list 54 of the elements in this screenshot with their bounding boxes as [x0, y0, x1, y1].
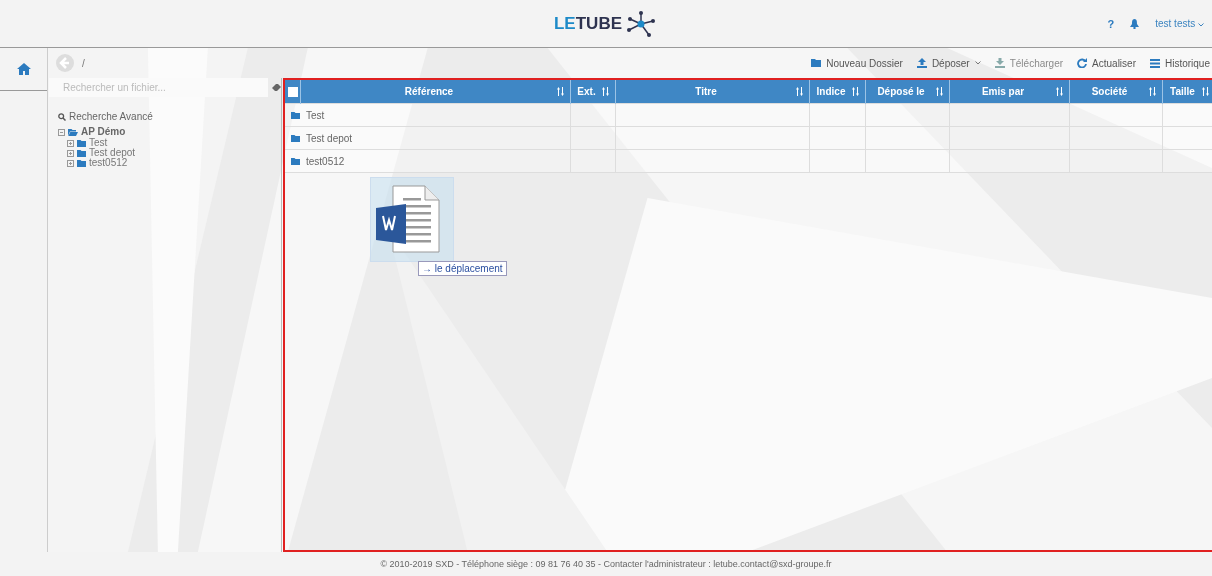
- home-icon[interactable]: [16, 63, 31, 75]
- table-cell[interactable]: test0512: [285, 149, 570, 173]
- collapse-icon[interactable]: [58, 128, 65, 136]
- network-icon: [624, 9, 658, 38]
- expand-icon[interactable]: [67, 159, 74, 167]
- toolbar-button[interactable]: Nouveau Dossier: [811, 57, 903, 69]
- column-header[interactable]: Indice: [809, 80, 865, 104]
- toolbar-button[interactable]: Déposer: [916, 57, 981, 69]
- tree-item[interactable]: Test depot: [89, 148, 136, 158]
- logo: LETUBE: [554, 9, 658, 38]
- column-header[interactable]: Emis par: [949, 80, 1069, 104]
- eraser-icon[interactable]: [272, 84, 281, 91]
- table-cell[interactable]: Test depot: [285, 126, 570, 150]
- sort-icon[interactable]: [851, 87, 859, 96]
- column-header[interactable]: Ext.: [570, 80, 615, 104]
- expand-icon[interactable]: [67, 149, 74, 157]
- tree-item[interactable]: Test: [89, 138, 108, 148]
- list-icon: [1149, 58, 1160, 68]
- expand-icon[interactable]: [67, 139, 74, 147]
- column-header[interactable]: Taille: [1162, 80, 1212, 104]
- download-icon: [994, 58, 1005, 68]
- drag-tooltip: → le déplacement: [418, 261, 507, 276]
- sort-icon[interactable]: [601, 87, 609, 96]
- search-field[interactable]: Rechercher un fichier...: [49, 78, 268, 97]
- search-icon: [58, 112, 66, 121]
- chevron-icon: [1198, 23, 1204, 27]
- footer-text: © 2010-2019 SXD - Téléphone siège : 09 81 76 40 35 - Contacter l'administrateur : letube.contact@sxd-groupe.fr: [380, 558, 832, 571]
- breadcrumb[interactable]: /: [82, 57, 85, 69]
- folder-icon: [291, 134, 300, 142]
- upload-icon: [916, 58, 927, 68]
- folder-icon: [291, 157, 300, 165]
- refresh-icon: [1077, 58, 1088, 68]
- column-header[interactable]: Déposé le: [865, 80, 949, 104]
- advanced-search-link[interactable]: Recherche Avancé: [58, 111, 281, 122]
- sort-icon[interactable]: [1148, 87, 1156, 96]
- tree-item[interactable]: AP Démo: [81, 127, 126, 137]
- sort-icon[interactable]: [556, 87, 564, 96]
- folder-icon: [291, 111, 300, 119]
- folder-icon: [811, 59, 822, 67]
- user-menu[interactable]: test tests: [1155, 18, 1204, 29]
- sort-icon[interactable]: [1201, 87, 1209, 96]
- column-header[interactable]: Société: [1069, 80, 1162, 104]
- sort-icon[interactable]: [935, 87, 943, 96]
- column-header[interactable]: Référence: [300, 80, 570, 104]
- bell-icon[interactable]: [1130, 18, 1140, 29]
- tree-item[interactable]: test0512: [89, 158, 128, 168]
- help-link[interactable]: ?: [1107, 17, 1115, 30]
- toolbar-button[interactable]: Actualiser: [1077, 57, 1136, 69]
- table-cell[interactable]: Test: [285, 103, 570, 127]
- toolbar-button[interactable]: Historique: [1149, 57, 1210, 69]
- sort-icon[interactable]: [795, 87, 803, 96]
- sort-icon[interactable]: [1055, 87, 1063, 96]
- select-all-checkbox[interactable]: [288, 86, 298, 97]
- column-header[interactable]: Titre: [615, 80, 809, 104]
